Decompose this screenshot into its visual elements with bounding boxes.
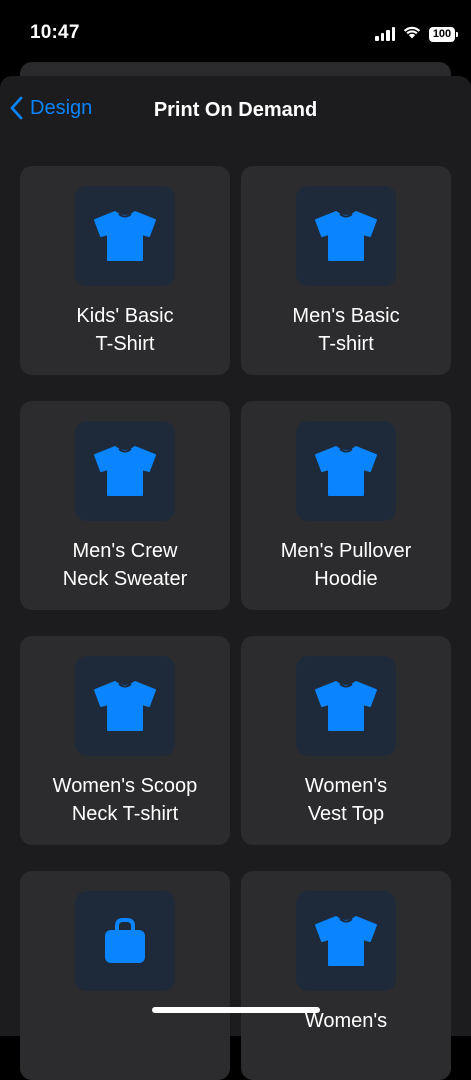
product-label: Men's Basic T-shirt [292, 305, 400, 355]
product-card-womens-vest-top[interactable]: Women's Vest Top [241, 636, 451, 845]
product-card-kids-basic-tshirt[interactable]: Kids' Basic T-Shirt [20, 166, 230, 375]
product-card-mens-crew-neck-sweater[interactable]: Men's Crew Neck Sweater [20, 401, 230, 610]
bag-icon [105, 918, 145, 963]
tshirt-icon [315, 211, 377, 261]
status-time: 10:47 [30, 22, 80, 43]
product-icon-tile [75, 186, 175, 286]
navigation-bar: Design Print On Demand [0, 76, 471, 146]
status-bar: 10:47 100 [0, 0, 471, 64]
tshirt-icon [315, 681, 377, 731]
product-icon-tile [296, 656, 396, 756]
product-icon-tile [75, 891, 175, 991]
product-icon-tile [296, 421, 396, 521]
product-label: Kids' Basic T-Shirt [76, 305, 174, 355]
home-indicator[interactable] [152, 1007, 320, 1013]
wifi-icon [402, 24, 422, 44]
product-label: Women's Scoop Neck T-shirt [52, 775, 198, 825]
product-icon-tile [75, 421, 175, 521]
product-icon-tile [75, 656, 175, 756]
product-label: Men's Crew Neck Sweater [62, 540, 188, 590]
product-card-mens-basic-tshirt[interactable]: Men's Basic T-shirt [241, 166, 451, 375]
product-card-womens-scoop-neck-tshirt[interactable]: Women's Scoop Neck T-shirt [20, 636, 230, 845]
product-label: Men's Pullover Hoodie [280, 540, 412, 590]
tshirt-icon [94, 446, 156, 496]
battery-icon: 100 [429, 26, 458, 42]
product-card-mens-pullover-hoodie[interactable]: Men's Pullover Hoodie [241, 401, 451, 610]
product-grid: Kids' Basic T-Shirt Men's Basic T-shirt … [20, 166, 451, 1080]
tshirt-icon [94, 211, 156, 261]
tshirt-icon [315, 916, 377, 966]
modal-sheet: Design Print On Demand Kids' Basic T-Shi… [0, 76, 471, 1080]
tshirt-icon [94, 681, 156, 731]
status-icons: 100 [375, 24, 458, 44]
product-icon-tile [296, 891, 396, 991]
product-card-bag[interactable] [20, 871, 230, 1080]
product-card-womens[interactable]: Women's [241, 871, 451, 1080]
product-label: Women's Vest Top [304, 775, 388, 825]
tshirt-icon [315, 446, 377, 496]
product-icon-tile [296, 186, 396, 286]
cellular-signal-icon [375, 27, 395, 41]
page-title: Print On Demand [153, 99, 318, 121]
